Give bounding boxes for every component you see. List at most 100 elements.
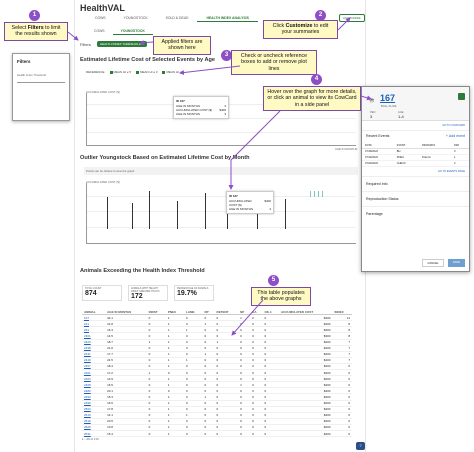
chart2-note: Points can be clicked to view the graph bbox=[84, 167, 358, 175]
callout-text-bold: Customize bbox=[285, 23, 313, 29]
section-reproduction-status[interactable]: Reproduction Status bbox=[362, 191, 469, 206]
ref-label-1: MEAN HI ≥ 5 bbox=[113, 70, 131, 74]
table-cell: 0 bbox=[146, 430, 166, 438]
expand-icon[interactable] bbox=[458, 93, 465, 100]
tab-cows[interactable]: COWS bbox=[86, 15, 115, 22]
event-cell: 07/20/2022 bbox=[362, 160, 394, 167]
callout-text: Select bbox=[11, 25, 28, 31]
ref-checkbox-2[interactable]: MEAN HI ≥ 3 bbox=[136, 70, 157, 74]
tooltip-key: ACCUMULATED COST ($) bbox=[229, 199, 252, 207]
chart1-x-axis bbox=[86, 145, 356, 146]
tooltip-id: ID 167 bbox=[176, 99, 185, 103]
callout-4: Hover over the graph for more details, o… bbox=[263, 86, 361, 111]
callout-5: This table populates the above graphs bbox=[251, 287, 311, 306]
callout-text: Click bbox=[272, 23, 286, 29]
chart2-x-axis bbox=[86, 243, 356, 244]
section-required-info[interactable]: Required Info bbox=[362, 176, 469, 191]
stat-total-count: TOTAL COUNT 874 bbox=[82, 285, 122, 301]
filters-panel-title: Filters bbox=[17, 59, 31, 64]
reference-label: REFERENCE bbox=[86, 70, 105, 74]
ref-checkbox-1[interactable]: MEAN HI ≥ 5 bbox=[109, 70, 131, 74]
cowcard-side-panel: 🐄 167 BULL ALIVE PEN 3 AGE 1-4 GO TO COW… bbox=[361, 86, 470, 272]
table-cell: 0 bbox=[262, 430, 279, 438]
table-cell: 0 bbox=[238, 430, 251, 438]
cow-id[interactable]: 167 bbox=[380, 93, 395, 103]
tooltip-id: ID 167 bbox=[229, 194, 238, 198]
table-row[interactable]: 2531 15.4 0 1 0 0 0 0 0 0 $400 6 bbox=[82, 430, 352, 438]
app-title: HealthVAL bbox=[80, 3, 125, 13]
tab-sold-dead[interactable]: SOLD & DEAD bbox=[157, 15, 198, 22]
health-index-threshold-input[interactable] bbox=[17, 78, 65, 83]
goto-cowcard-link[interactable]: GO TO COWCARD bbox=[362, 121, 469, 130]
stat-value: 19.7% bbox=[177, 290, 197, 297]
event-cell bbox=[418, 160, 451, 167]
chart1-x-label: AGE IN MONTHS bbox=[335, 147, 358, 151]
chart1-legend: ACCUMULATED COST ($) bbox=[86, 90, 120, 94]
chart2-bar bbox=[132, 203, 133, 229]
chart2-tooltip: ID 167 ACCUMULATED COST ($) $400 AGE IN M… bbox=[226, 191, 274, 214]
subtab-cows[interactable]: COWS bbox=[86, 28, 113, 35]
checkbox-icon bbox=[109, 70, 113, 74]
customize-button[interactable]: CUSTOMIZE bbox=[339, 14, 365, 22]
chart2-marker bbox=[314, 191, 315, 197]
table-cell: 6 bbox=[332, 430, 352, 438]
chart2-plot[interactable] bbox=[87, 183, 357, 243]
chart2-bar bbox=[177, 201, 178, 229]
subtab-youngstock[interactable]: YOUNGSTOCK bbox=[112, 28, 153, 35]
cowcard-header: 🐄 167 BULL ALIVE PEN 3 AGE 1-4 bbox=[362, 87, 469, 121]
callout-1-badge: 1 bbox=[29, 10, 40, 21]
applied-filter-chip[interactable]: HEALTH INDEX THRESHOLD: 5 bbox=[97, 41, 148, 47]
animal-id-link[interactable]: 2531 bbox=[82, 430, 106, 438]
pagination[interactable]: 1 - 20 of 172 bbox=[82, 437, 99, 441]
table-cell: 0 bbox=[184, 430, 203, 438]
filters-button[interactable]: Filters bbox=[80, 42, 91, 47]
add-event-link[interactable]: + Add event bbox=[446, 134, 465, 138]
tooltip-val: 4 bbox=[269, 207, 271, 211]
callout-1: Select Filters to limit the results show… bbox=[4, 22, 68, 41]
ref-label-2: MEAN HI ≥ 3 bbox=[140, 70, 158, 74]
stat-animals-over-threshold: ANIMALS WITH HEALTH INDEX GREATER THAN 5… bbox=[128, 285, 168, 301]
cancel-button[interactable]: CANCEL bbox=[422, 259, 444, 267]
table-cell: 1 bbox=[165, 430, 185, 438]
event-cell: 2 bbox=[450, 160, 469, 167]
event-cell: CHECK bbox=[393, 160, 419, 167]
table-cell: 0 bbox=[202, 430, 215, 438]
tooltip-row: AGE IN MONTHS 3 bbox=[176, 112, 226, 116]
ref-checkbox-3[interactable]: MEAN HI ≥ 1 bbox=[162, 70, 184, 74]
chart1-gridline bbox=[87, 132, 356, 133]
table-cell: 0 bbox=[250, 430, 263, 438]
callout-3: Check or uncheck reference boxes to add … bbox=[231, 50, 317, 75]
table-body: 167 34.1 0 1 0 0 0 1 0 0 $400 11 221 21.8 0 1 0 1 0 0 0 0 $400… bbox=[82, 314, 352, 438]
events-table: DATE EVENT REMARKS DIM 07/18/2022 BH 0 07/19/2… bbox=[362, 143, 469, 167]
callout-text-bold: Filters bbox=[27, 25, 44, 31]
tab-youngstock[interactable]: YOUNGSTOCK bbox=[115, 15, 157, 22]
chart2-marker bbox=[322, 191, 323, 197]
cow-status: BULL ALIVE bbox=[381, 104, 397, 108]
age-value: 1-4 bbox=[398, 114, 404, 119]
save-button[interactable]: SAVE bbox=[447, 259, 465, 267]
chart2-bar bbox=[285, 199, 286, 229]
chart2-bar bbox=[107, 197, 108, 229]
section-parentage[interactable]: Parentage bbox=[362, 206, 469, 221]
chart1-title: Estimated Lifetime Cost of Selected Even… bbox=[80, 57, 216, 63]
help-icon[interactable]: ? bbox=[356, 442, 365, 450]
checkbox-icon bbox=[136, 70, 139, 74]
event-row[interactable]: 07/20/2022 CHECK 2 bbox=[362, 160, 469, 167]
goto-events-link[interactable]: GO TO EVENTS PAGE bbox=[362, 167, 469, 176]
tab-health-index-analysis[interactable]: HEALTH INDEX ANALYSIS bbox=[197, 15, 258, 22]
tooltip-key: AGE IN MONTHS bbox=[229, 207, 254, 211]
table-cell: 15.4 bbox=[105, 430, 147, 438]
chart2-marker bbox=[310, 191, 311, 197]
callout-2: Click Customize to edit your summaries bbox=[263, 20, 338, 39]
events-body: 07/18/2022 BH 0 07/19/2022 PNEU Draxxin 1 07/20… bbox=[362, 148, 469, 167]
tooltip-val: $400 bbox=[264, 199, 271, 203]
tooltip-row: ACCUMULATED COST ($) $400 bbox=[229, 199, 271, 207]
stat-value: 874 bbox=[85, 290, 97, 297]
chart1-y-axis bbox=[86, 93, 87, 145]
stats-row: TOTAL COUNT 874 ANIMALS WITH HEALTH INDEX… bbox=[82, 285, 214, 301]
table-cell: 0 bbox=[214, 430, 239, 438]
main-tabs: COWS YOUNGSTOCK SOLD & DEAD HEALTH INDEX… bbox=[86, 15, 258, 22]
recent-events-title: Recent Events bbox=[366, 134, 390, 138]
reference-row: REFERENCE MEAN HI ≥ 5 MEAN HI ≥ 3 MEAN H… bbox=[86, 70, 184, 74]
tooltip-key: AGE IN MONTHS bbox=[176, 112, 201, 116]
